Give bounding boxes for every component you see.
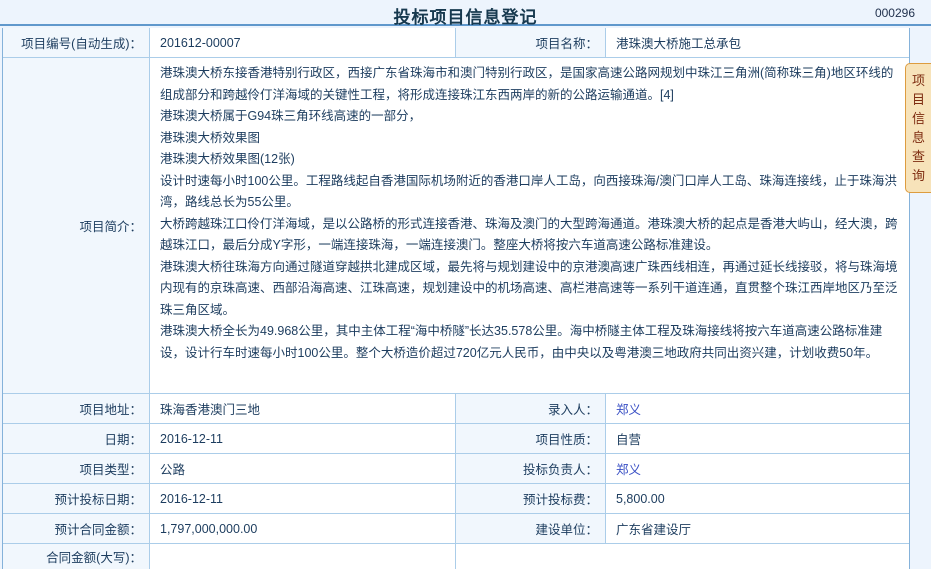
date-value: 2016-12-11 xyxy=(150,424,456,453)
project-info-table: 项目编号(自动生成)： 201612-00007 项目名称： 港珠澳大桥施工总承… xyxy=(2,28,910,569)
project-summary-label: 项目简介： xyxy=(3,58,150,393)
contract-amount-words-value xyxy=(150,544,456,569)
project-type-label: 项目类型： xyxy=(3,454,150,483)
date-label: 日期： xyxy=(3,424,150,453)
project-nature-value: 自营 xyxy=(606,424,909,453)
bid-project-registration-page: 投标项目信息登记 000296 项目编号(自动生成)： 201612-00007… xyxy=(0,0,931,569)
project-info-query-tab[interactable]: 项目信息查询 xyxy=(905,63,931,193)
estimated-contract-amount-label: 预计合同金额： xyxy=(3,514,150,543)
estimated-contract-amount-value: 1,797,000,000.00 xyxy=(150,514,456,543)
table-row: 预计合同金额： 1,797,000,000.00 建设单位： 广东省建设厅 xyxy=(3,514,909,544)
project-name-value: 港珠澳大桥施工总承包 xyxy=(606,28,909,57)
page-header: 投标项目信息登记 000296 xyxy=(0,0,931,26)
table-row: 日期： 2016-12-11 项目性质： 自营 xyxy=(3,424,909,454)
construction-unit-value: 广东省建设厅 xyxy=(606,514,909,543)
estimated-bid-fee-label: 预计投标费： xyxy=(456,484,606,513)
recorder-link[interactable]: 郑义 xyxy=(606,394,909,423)
empty-cell xyxy=(456,544,909,569)
project-nature-label: 项目性质： xyxy=(456,424,606,453)
contract-amount-words-label: 合同金额(大写)： xyxy=(3,544,150,569)
project-number-value: 201612-00007 xyxy=(150,28,456,57)
bid-manager-label: 投标负责人： xyxy=(456,454,606,483)
project-type-value: 公路 xyxy=(150,454,456,483)
table-row: 项目编号(自动生成)： 201612-00007 项目名称： 港珠澳大桥施工总承… xyxy=(3,28,909,58)
project-name-label: 项目名称： xyxy=(456,28,606,57)
construction-unit-label: 建设单位： xyxy=(456,514,606,543)
project-address-label: 项目地址： xyxy=(3,394,150,423)
page-title: 投标项目信息登记 xyxy=(0,3,931,28)
table-row: 预计投标日期： 2016-12-11 预计投标费： 5,800.00 xyxy=(3,484,909,514)
project-number-label: 项目编号(自动生成)： xyxy=(3,28,150,57)
document-number: 000296 xyxy=(875,6,915,20)
project-address-value: 珠海香港澳门三地 xyxy=(150,394,456,423)
table-row: 项目类型： 公路 投标负责人： 郑义 xyxy=(3,454,909,484)
table-row: 项目地址： 珠海香港澳门三地 录入人： 郑义 xyxy=(3,394,909,424)
estimated-bid-date-label: 预计投标日期： xyxy=(3,484,150,513)
estimated-bid-date-value: 2016-12-11 xyxy=(150,484,456,513)
table-row: 合同金额(大写)： xyxy=(3,544,909,569)
project-summary-text: 港珠澳大桥东接香港特别行政区，西接广东省珠海市和澳门特别行政区，是国家高速公路网… xyxy=(150,58,909,393)
estimated-bid-fee-value: 5,800.00 xyxy=(606,484,909,513)
table-row: 项目简介： 港珠澳大桥东接香港特别行政区，西接广东省珠海市和澳门特别行政区，是国… xyxy=(3,58,909,394)
bid-manager-link[interactable]: 郑义 xyxy=(606,454,909,483)
recorder-label: 录入人： xyxy=(456,394,606,423)
